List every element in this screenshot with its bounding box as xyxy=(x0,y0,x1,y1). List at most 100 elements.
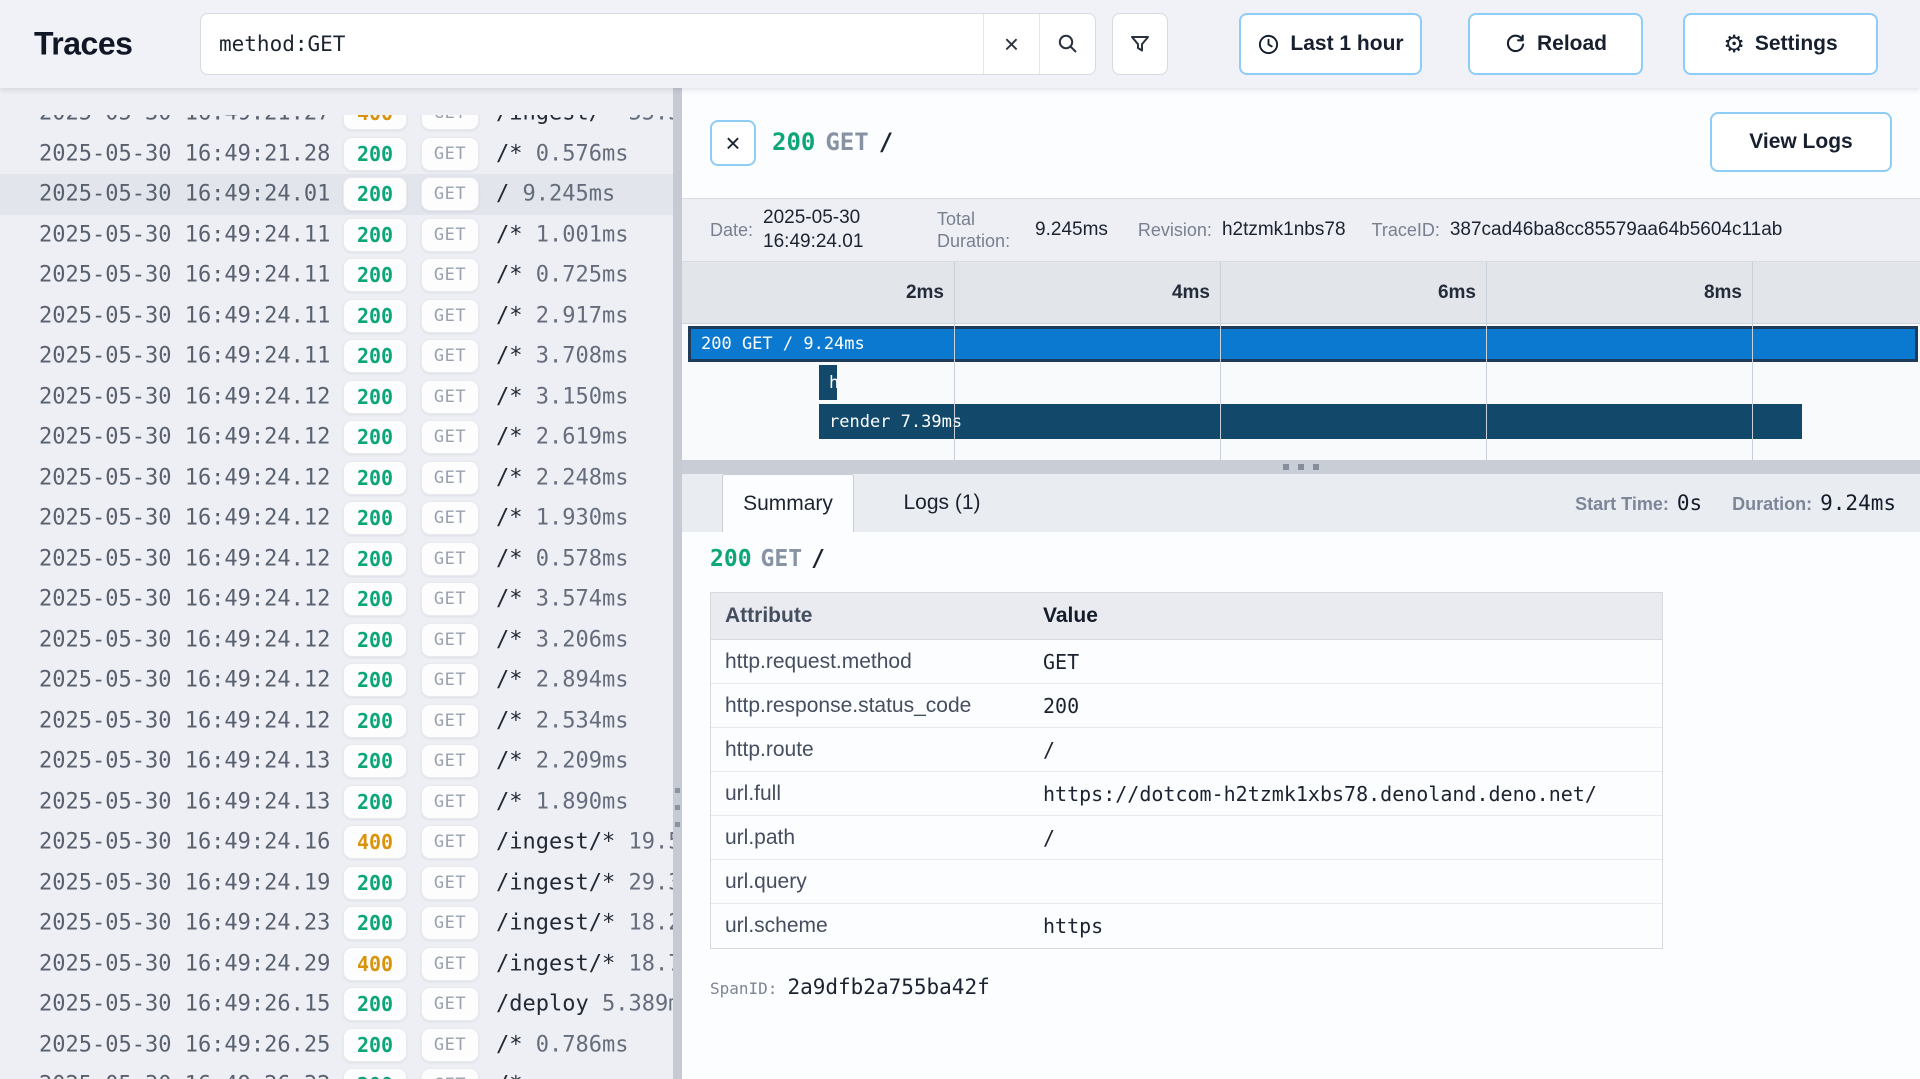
filter-button[interactable] xyxy=(1112,13,1168,75)
detail-header: × 200 GET / View Logs xyxy=(682,88,1920,198)
method-badge: GET xyxy=(421,744,479,778)
trace-row[interactable]: 2025-05-30 16:49:26.15200GET/deploy 5.38… xyxy=(0,984,673,1025)
refresh-icon xyxy=(1504,33,1527,56)
trace-row[interactable]: 2025-05-30 16:49:24.12200GET/* 3.150ms xyxy=(0,377,673,418)
trace-path: /* xyxy=(496,506,523,531)
span-bar[interactable]: render 7.39ms xyxy=(819,404,1802,439)
start-time: Start Time: 0s xyxy=(1575,491,1702,515)
time-range-button[interactable]: Last 1 hour xyxy=(1239,13,1422,75)
attribute-table: Attribute Value http.request.methodGETht… xyxy=(710,592,1663,949)
trace-row[interactable]: 2025-05-30 16:49:24.12200GET/* 2.619ms xyxy=(0,417,673,458)
status-badge: 200 xyxy=(343,704,407,738)
trace-row[interactable]: 2025-05-30 16:49:26.32200GET/* xyxy=(0,1065,673,1079)
view-logs-button[interactable]: View Logs xyxy=(1710,112,1892,172)
detail-title-path: / xyxy=(879,128,893,156)
settings-button[interactable]: ⚙ Settings xyxy=(1683,13,1878,75)
trace-row[interactable]: 2025-05-30 16:49:24.29400GET/ingest/* 18… xyxy=(0,944,673,985)
search-clear-button[interactable]: × xyxy=(983,14,1039,74)
trace-path: /* xyxy=(496,1032,523,1057)
status-badge: 200 xyxy=(343,623,407,657)
detail-title-method: GET xyxy=(825,128,868,156)
resize-dot xyxy=(1283,464,1289,470)
trace-time: 2025-05-30 16:49:24.12 xyxy=(39,506,330,531)
trace-time: 2025-05-30 16:49:24.11 xyxy=(39,263,330,288)
trace-time: 2025-05-30 16:49:26.15 xyxy=(39,992,330,1017)
status-badge: 200 xyxy=(343,380,407,414)
span-bar[interactable]: h xyxy=(819,365,837,400)
trace-row[interactable]: 2025-05-30 16:49:24.12200GET/* 2.894ms xyxy=(0,660,673,701)
trace-path: /* xyxy=(496,668,523,693)
attr-row: http.route/ xyxy=(711,728,1662,772)
meta-revision: Revision: h2tzmk1nbs78 xyxy=(1138,219,1346,241)
trace-path: /* xyxy=(496,546,523,571)
trace-row[interactable]: 2025-05-30 16:49:24.23200GET/ingest/* 18… xyxy=(0,903,673,944)
trace-path-cell: /ingest/* 19.5ms xyxy=(496,830,673,855)
trace-row[interactable]: 2025-05-30 16:49:24.11200GET/* 0.725ms xyxy=(0,255,673,296)
attr-value: https://dotcom-h2tzmk1xbs78.denoland.den… xyxy=(1043,782,1662,806)
trace-duration: 3.206ms xyxy=(523,627,629,652)
trace-row[interactable]: 2025-05-30 16:49:24.11200GET/* 2.917ms xyxy=(0,296,673,337)
trace-row[interactable]: 2025-05-30 16:49:24.13200GET/* 1.890ms xyxy=(0,782,673,823)
trace-row[interactable]: 2025-05-30 16:49:24.12200GET/* 1.930ms xyxy=(0,498,673,539)
attribute-table-header: Attribute Value xyxy=(711,593,1662,640)
span-bar[interactable]: 200 GET / 9.24ms xyxy=(688,326,1918,362)
trace-row[interactable]: 2025-05-30 16:49:24.11200GET/* 1.001ms xyxy=(0,215,673,256)
search-submit-button[interactable] xyxy=(1039,14,1095,74)
status-badge: 200 xyxy=(343,501,407,535)
status-badge: 200 xyxy=(343,258,407,292)
trace-path-cell: /* 0.786ms xyxy=(496,1032,673,1057)
trace-duration: 9.245ms xyxy=(509,182,615,207)
search-input[interactable] xyxy=(201,14,983,74)
trace-path: /* xyxy=(496,749,523,774)
trace-row[interactable]: 2025-05-30 16:49:24.12200GET/* 2.534ms xyxy=(0,701,673,742)
trace-row[interactable]: 2025-05-30 16:49:24.12200GET/* 0.578ms xyxy=(0,539,673,580)
gridline xyxy=(1220,262,1221,460)
trace-row[interactable]: 2025-05-30 16:49:21.28200GET/* 0.576ms xyxy=(0,134,673,175)
trace-path: /ingest/* xyxy=(496,870,615,895)
tab-logs[interactable]: Logs (1) xyxy=(878,474,1006,532)
trace-time: 2025-05-30 16:49:24.12 xyxy=(39,384,330,409)
trace-row[interactable]: 2025-05-30 16:49:24.12200GET/* 2.248ms xyxy=(0,458,673,499)
meta-revision-label: Revision: xyxy=(1138,220,1212,241)
meta-trace-id-value: 387cad46ba8cc85579aa64b5604c11ab xyxy=(1450,219,1782,241)
trace-row[interactable]: 2025-05-30 16:49:24.19200GET/ingest/* 29… xyxy=(0,863,673,904)
trace-row[interactable]: 2025-05-30 16:49:24.11200GET/* 3.708ms xyxy=(0,336,673,377)
clear-x-icon: × xyxy=(1004,29,1019,60)
status-badge: 200 xyxy=(343,744,407,778)
trace-row[interactable]: 2025-05-30 16:49:24.12200GET/* 3.206ms xyxy=(0,620,673,661)
trace-time: 2025-05-30 16:49:21.28 xyxy=(39,141,330,166)
trace-row[interactable]: 2025-05-30 16:49:24.01200GET/ 9.245ms xyxy=(0,174,673,215)
trace-row[interactable]: 2025-05-30 16:49:24.12200GET/* 3.574ms xyxy=(0,579,673,620)
timeline-resize-handle[interactable] xyxy=(682,460,1920,474)
status-badge: 200 xyxy=(343,906,407,940)
time-range-label: Last 1 hour xyxy=(1290,32,1403,56)
trace-path: /* xyxy=(496,263,523,288)
trace-path-cell: /* xyxy=(496,1073,673,1079)
status-badge: 200 xyxy=(343,299,407,333)
trace-time: 2025-05-30 16:49:24.12 xyxy=(39,546,330,571)
gridline xyxy=(1486,262,1487,460)
trace-path: /* xyxy=(496,587,523,612)
panel-resize-handle[interactable] xyxy=(673,88,682,1079)
method-badge: GET xyxy=(421,218,479,252)
trace-path-cell: /* 0.578ms xyxy=(496,546,673,571)
view-logs-label: View Logs xyxy=(1749,130,1852,154)
trace-row[interactable]: 2025-05-30 16:49:26.25200GET/* 0.786ms xyxy=(0,1025,673,1066)
attr-name: http.response.status_code xyxy=(711,694,1043,718)
attr-value: / xyxy=(1043,826,1662,850)
trace-row[interactable]: 2025-05-30 16:49:24.13200GET/* 2.209ms xyxy=(0,741,673,782)
attr-name: url.scheme xyxy=(711,914,1043,938)
method-badge: GET xyxy=(421,623,479,657)
meta-total-label: Total Duration: xyxy=(937,208,1025,253)
method-badge: GET xyxy=(421,785,479,819)
resize-dot xyxy=(675,805,680,810)
status-badge: 200 xyxy=(343,1028,407,1062)
reload-button[interactable]: Reload xyxy=(1468,13,1643,75)
summary-content: 200 GET / Attribute Value http.request.m… xyxy=(682,532,1920,1079)
attr-row: url.query xyxy=(711,860,1662,904)
close-button[interactable]: × xyxy=(710,120,756,166)
trace-path: /* xyxy=(496,222,523,247)
tab-summary[interactable]: Summary xyxy=(722,474,854,532)
trace-path: /ingest/* xyxy=(496,830,615,855)
trace-row[interactable]: 2025-05-30 16:49:24.16400GET/ingest/* 19… xyxy=(0,822,673,863)
